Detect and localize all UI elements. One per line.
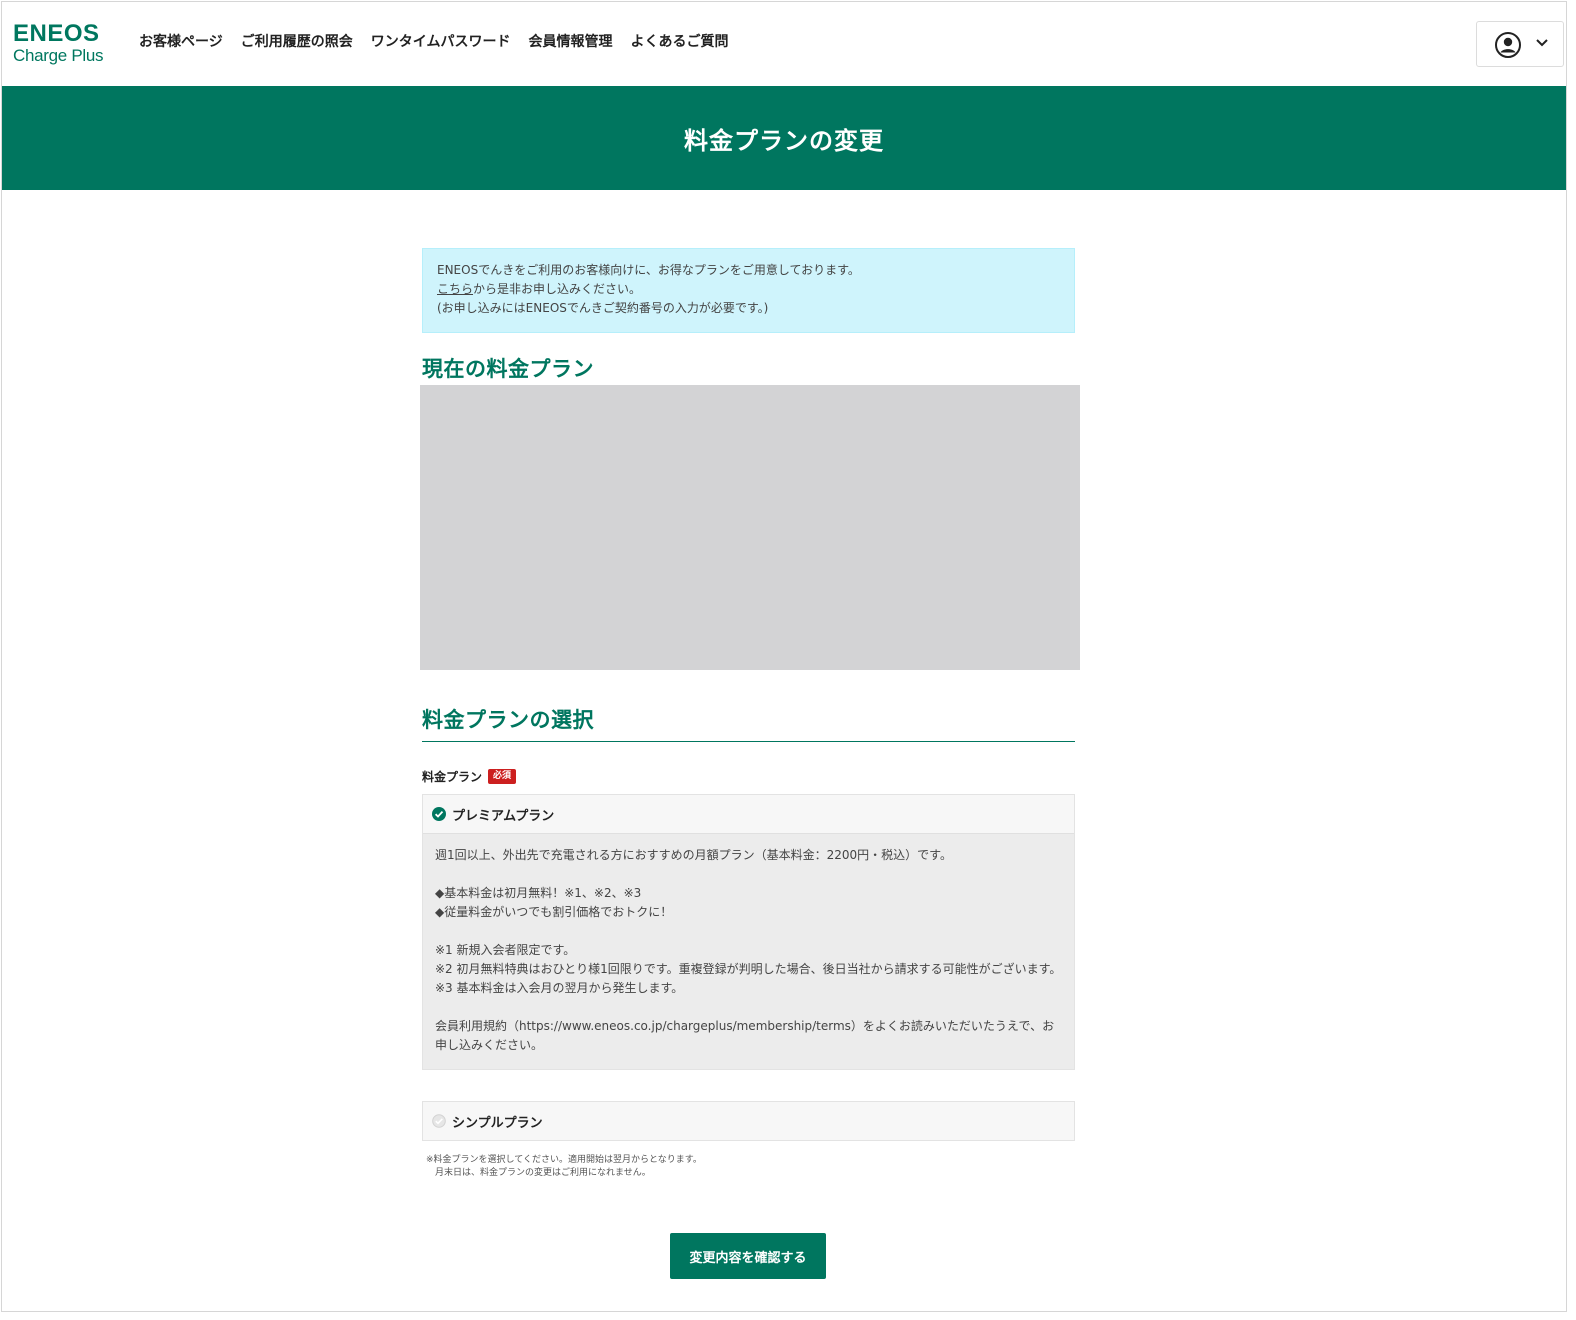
plan-option-name: プレミアムプラン [452,808,555,824]
current-plan-heading: 現在の料金プラン [422,357,594,381]
plan-field-label-text: 料金プラン [422,770,483,784]
plan-field-label: 料金プラン 必須 [422,768,517,785]
notice-line-1: ENEOSでんきをご利用のお客様向けに、お得なプランをご用意しております。 [437,263,860,277]
confirm-changes-button[interactable]: 変更内容を確認する [670,1233,826,1279]
plan-note-3: ※3 基本料金は入会月の翌月から発生します。 [435,981,684,995]
logo-wordmark: ENEOS [13,20,100,47]
plan-description: 週1回以上、外出先で充電される方におすすめの月額プラン（基本料金：2200円・税… [423,833,1074,1069]
nav-item-usage-history[interactable]: ご利用履歴の照会 [241,31,353,51]
user-circle-icon [1495,32,1521,58]
nav-item-faq[interactable]: よくあるご質問 [630,31,728,51]
plan-note-2: ※2 初月無料特典はおひとり様1回限りです。重複登録が判明した場合、後日当社から… [435,962,1062,976]
check-circle-outline-icon [432,1114,446,1128]
check-circle-icon [432,807,446,821]
plan-option-name: シンプルプラン [452,1115,543,1131]
site-header: ENEOS Charge Plus お客様ページ ご利用履歴の照会 ワンタイムパ… [2,2,1566,86]
plan-bullet-1: ◆基本料金は初月無料！※1、※2、※3 [435,886,642,900]
notice-line-2-text: から是非お申し込みください。 [473,282,642,296]
footnote-line-1: ※料金プランを選択してください。適用開始は翌月からとなります。 [426,1155,702,1165]
user-menu-button[interactable] [1476,21,1564,67]
current-plan-placeholder [420,385,1080,670]
plan-footnote: ※料金プランを選択してください。適用開始は翌月からとなります。 月末日は、料金プ… [426,1154,702,1180]
plan-option-premium[interactable]: プレミアムプラン 週1回以上、外出先で充電される方におすすめの月額プラン（基本料… [422,794,1075,1070]
plan-select-heading: 料金プランの選択 [422,708,594,732]
plan-bullet-2: ◆従量料金がいつでも割引価格でおトクに！ [435,905,673,919]
plan-terms: 会員利用規約（https://www.eneos.co.jp/chargeplu… [435,1019,1055,1052]
notice-link[interactable]: こちら [437,282,473,296]
section-divider [422,741,1075,742]
eneos-charge-plus-logo[interactable]: ENEOS Charge Plus [13,22,117,65]
nav-item-member-info[interactable]: 会員情報管理 [528,31,612,51]
nav-item-one-time-password[interactable]: ワンタイムパスワード [371,31,511,51]
footnote-line-2: 月末日は、料金プランの変更はご利用になれません。 [435,1168,651,1178]
plan-option-header[interactable]: シンプルプラン [423,1102,1074,1140]
info-notice: ENEOSでんきをご利用のお客様向けに、お得なプランをご用意しております。 こち… [422,248,1075,333]
notice-line-2: こちらから是非お申し込みください。 [437,280,1060,299]
plan-option-header[interactable]: プレミアムプラン [423,795,1074,833]
plan-summary: 週1回以上、外出先で充電される方におすすめの月額プラン（基本料金：2200円・税… [435,848,952,862]
plan-option-simple[interactable]: シンプルプラン [422,1101,1075,1141]
page-banner: 料金プランの変更 [2,86,1566,190]
chevron-down-icon [1536,39,1548,47]
notice-line-3: (お申し込みにはENEOSでんきご契約番号の入力が必要です。) [437,301,769,315]
nav-item-customer-page[interactable]: お客様ページ [139,31,223,51]
plan-note-1: ※1 新規入会者限定です。 [435,943,576,957]
required-badge: 必須 [488,769,517,784]
page-title: 料金プランの変更 [684,126,884,155]
main-nav: お客様ページ ご利用履歴の照会 ワンタイムパスワード 会員情報管理 よくあるご質… [139,31,746,51]
logo-subtitle: Charge Plus [13,46,104,65]
